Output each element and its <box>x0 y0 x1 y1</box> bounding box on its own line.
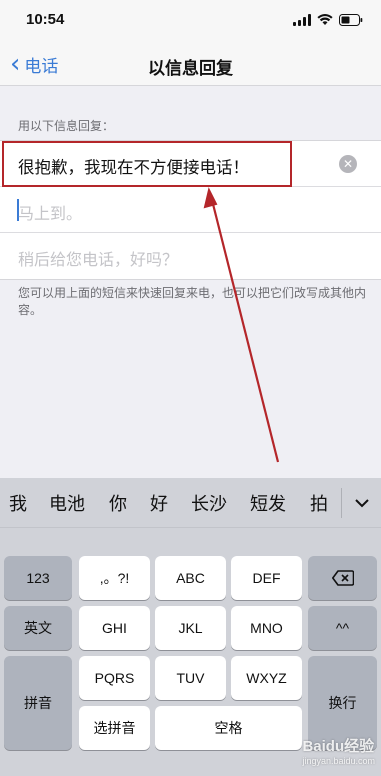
key-label: JKL <box>178 620 203 636</box>
key-select-pinyin[interactable]: 选拼音 <box>79 706 150 750</box>
key-numbers[interactable]: 123 <box>4 556 72 600</box>
key-def[interactable]: DEF <box>231 556 302 600</box>
page-title: 以信息回复 <box>148 59 233 79</box>
section-header: 用以下信息回复： <box>18 119 115 133</box>
key-english[interactable]: 英文 <box>4 606 72 650</box>
status-bar: 10:54 <box>0 0 381 44</box>
key-label: 拼音 <box>24 696 52 712</box>
key-label: 选拼音 <box>93 721 136 737</box>
key-label: MNO <box>250 620 283 636</box>
key-label: GHI <box>102 620 127 636</box>
watermark-url: jingyan.baidu.com <box>302 756 375 766</box>
candidate-word[interactable]: 我 <box>9 490 27 516</box>
key-jkl[interactable]: JKL <box>155 606 226 650</box>
candidate-word[interactable]: 拍 <box>310 490 328 516</box>
candidate-word[interactable]: 你 <box>109 490 127 516</box>
delete-button[interactable] <box>308 556 377 600</box>
reply-field-3[interactable]: 稍后给您电话，好吗？ <box>0 233 381 279</box>
annotation-highlight-box <box>2 141 292 187</box>
status-time: 10:54 <box>26 11 65 28</box>
candidate-word[interactable]: 好 <box>150 490 168 516</box>
key-label: 换行 <box>328 696 357 712</box>
backspace-icon <box>331 570 354 586</box>
key-wxyz[interactable]: WXYZ <box>231 656 302 700</box>
key-label: 空格 <box>214 721 243 737</box>
baidu-watermark: Baidu经验 jingyan.baidu.com <box>302 735 375 766</box>
key-label: TUV <box>176 670 205 686</box>
watermark-brand: Baidu经验 <box>302 738 375 755</box>
space-key[interactable]: 空格 <box>155 706 302 750</box>
key-label: 英文 <box>24 621 52 637</box>
reply-text-3: 稍后给您电话，好吗？ <box>18 250 179 269</box>
candidate-word[interactable]: 电池 <box>49 490 85 516</box>
wifi-icon <box>317 14 333 26</box>
key-label: PQRS <box>94 670 135 686</box>
key-abc[interactable]: ABC <box>155 556 226 600</box>
key-punctuation[interactable]: ,。?! <box>79 556 150 600</box>
key-label: 123 <box>26 570 50 586</box>
keyboard: 我 电池 你 好 长沙 短发 拍 123 ,。?! ABC DEF 英文 GHI… <box>0 478 381 776</box>
candidate-word[interactable]: 短发 <box>250 490 286 516</box>
key-mno[interactable]: MNO <box>231 606 302 650</box>
key-label: WXYZ <box>246 670 287 686</box>
key-pinyin[interactable]: 拼音 <box>4 656 72 750</box>
candidate-bar: 我 电池 你 好 长沙 短发 拍 <box>0 478 381 528</box>
chevron-down-icon[interactable] <box>352 493 372 513</box>
battery-icon <box>339 14 363 26</box>
key-tuv[interactable]: TUV <box>155 656 226 700</box>
nav-bar: ‹ 电话 以信息回复 <box>0 44 381 86</box>
key-pqrs[interactable]: PQRS <box>79 656 150 700</box>
reply-field-2[interactable]: 马上到。 <box>0 187 381 233</box>
reply-text-2: 马上到。 <box>18 204 83 223</box>
key-emoticon[interactable]: ^^ <box>308 606 377 650</box>
signal-icon <box>293 14 311 26</box>
key-ghi[interactable]: GHI <box>79 606 150 650</box>
key-label: DEF <box>252 570 281 586</box>
key-label: ABC <box>176 570 205 586</box>
key-label: ,。?! <box>99 570 130 586</box>
candidate-word[interactable]: 长沙 <box>191 490 227 516</box>
status-icons <box>293 14 363 26</box>
footer-note: 您可以用上面的短信来快速回复来电，也可以把它们改写成其他内容。 <box>18 286 367 317</box>
key-label: ^^ <box>335 620 350 636</box>
candidate-divider <box>341 488 342 518</box>
clear-text-icon[interactable]: ✕ <box>339 155 357 173</box>
